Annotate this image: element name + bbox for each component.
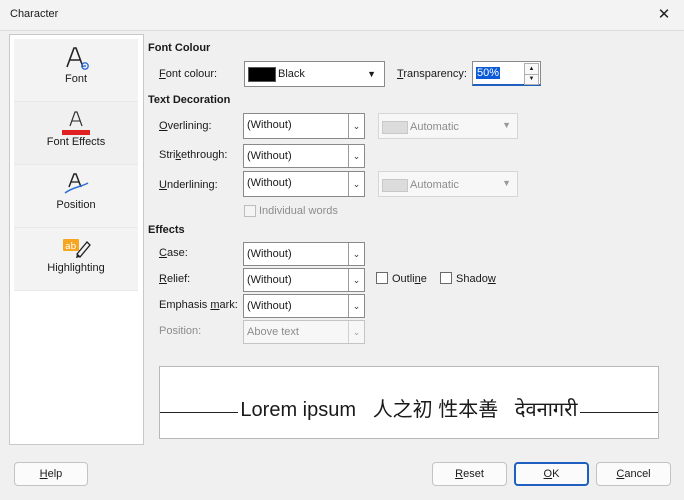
emphasis-mark-value: (Without)	[247, 300, 292, 312]
overlining-value: (Without)	[247, 119, 292, 131]
position-icon	[14, 171, 138, 195]
font-icon	[14, 45, 138, 70]
preview-box: Lorem ipsum 人之初 性本善 देवनागरी	[159, 366, 659, 439]
emphasis-mark-label: Emphasis mark:	[159, 299, 238, 311]
overlining-colour-value: Automatic	[410, 121, 459, 133]
emphasis-position-dropdown: Above text ⌄	[243, 320, 365, 344]
overlining-label: Overlining:	[159, 120, 212, 132]
preview-text-wrap: Lorem ipsum 人之初 性本善 देवनागरी	[160, 393, 658, 422]
sidebar-item-label: Font Effects	[46, 136, 106, 148]
chevron-down-icon: ▼	[502, 178, 511, 188]
sidebar-item-position[interactable]: Position	[14, 165, 138, 228]
category-sidebar: Font Font Effects Position ab Highlighti…	[9, 34, 144, 445]
underlining-colour-value: Automatic	[410, 179, 459, 191]
underlining-colour-dropdown: Automatic ▼	[378, 171, 518, 197]
cancel-button[interactable]: Cancel	[596, 462, 671, 486]
sidebar-item-label: Font	[64, 73, 87, 85]
colour-swatch	[382, 179, 408, 192]
chevron-down-icon: ⌄	[348, 269, 364, 291]
overlining-dropdown[interactable]: (Without) ⌄	[243, 113, 365, 139]
font-colour-value: Black	[278, 68, 305, 80]
font-colour-dropdown[interactable]: Black ▼	[244, 61, 385, 87]
chevron-down-icon: ⌄	[348, 145, 364, 167]
font-colour-label: Font colour:	[159, 68, 218, 80]
strikethrough-label: Strikethrough:	[159, 149, 228, 161]
outline-checkbox[interactable]	[376, 272, 388, 284]
individual-words-checkbox	[244, 205, 256, 217]
underlining-label: Underlining:	[159, 179, 218, 191]
svg-text:ab: ab	[65, 242, 77, 252]
reset-button[interactable]: Reset	[432, 462, 507, 486]
sidebar-item-font[interactable]: Font	[14, 39, 138, 102]
relief-label: Relief:	[159, 273, 191, 285]
position-label: Position:	[159, 325, 202, 337]
overlining-colour-dropdown: Automatic ▼	[378, 113, 518, 139]
highlighting-icon: ab	[14, 234, 138, 258]
underlining-dropdown[interactable]: (Without) ⌄	[243, 171, 365, 197]
transparency-spinbox[interactable]: 50% ▲ ▼	[472, 61, 541, 86]
strikethrough-dropdown[interactable]: (Without) ⌄	[243, 144, 365, 168]
transparency-label: Transparency:	[397, 68, 467, 80]
shadow-checkbox[interactable]	[440, 272, 452, 284]
help-button[interactable]: Help	[14, 462, 88, 486]
underlining-value: (Without)	[247, 177, 292, 189]
chevron-down-icon: ⌄	[348, 321, 364, 343]
preview-text: Lorem ipsum 人之初 性本善 देवनागरी	[238, 399, 580, 421]
sidebar-item-label: Position	[56, 199, 96, 211]
close-icon[interactable]: ✕	[654, 5, 674, 25]
font-effects-icon	[14, 108, 138, 135]
chevron-down-icon: ▼	[502, 120, 511, 130]
emphasis-position-value: Above text	[247, 326, 299, 338]
chevron-down-icon: ⌄	[348, 295, 364, 317]
transparency-input[interactable]: 50%	[476, 67, 501, 79]
colour-swatch	[382, 121, 408, 134]
sidebar-item-font-effects[interactable]: Font Effects	[14, 102, 138, 165]
chevron-down-icon: ⌄	[348, 243, 364, 265]
case-dropdown[interactable]: (Without) ⌄	[243, 242, 365, 266]
emphasis-mark-dropdown[interactable]: (Without) ⌄	[243, 294, 365, 318]
sidebar-item-highlighting[interactable]: ab Highlighting	[14, 228, 138, 291]
chevron-down-icon: ⌄	[348, 114, 364, 138]
title-bar: Character ✕	[0, 0, 684, 31]
sidebar-item-label: Highlighting	[47, 262, 105, 274]
strikethrough-value: (Without)	[247, 150, 292, 162]
individual-words-label: Individual words	[259, 205, 338, 217]
ok-button[interactable]: OK	[514, 462, 589, 486]
window-title: Character	[10, 8, 59, 20]
relief-value: (Without)	[247, 274, 292, 286]
font-colour-heading: Font Colour	[148, 42, 211, 54]
chevron-down-icon: ⌄	[348, 172, 364, 196]
spin-down-icon[interactable]: ▼	[524, 74, 539, 85]
relief-dropdown[interactable]: (Without) ⌄	[243, 268, 365, 292]
case-value: (Without)	[247, 248, 292, 260]
chevron-down-icon: ▼	[367, 69, 376, 79]
case-label: Case:	[159, 247, 188, 259]
outline-label: Outline	[392, 273, 427, 285]
text-decoration-heading: Text Decoration	[148, 94, 231, 106]
shadow-label: Shadow	[456, 273, 496, 285]
colour-swatch	[248, 67, 276, 82]
effects-heading: Effects	[148, 224, 185, 236]
